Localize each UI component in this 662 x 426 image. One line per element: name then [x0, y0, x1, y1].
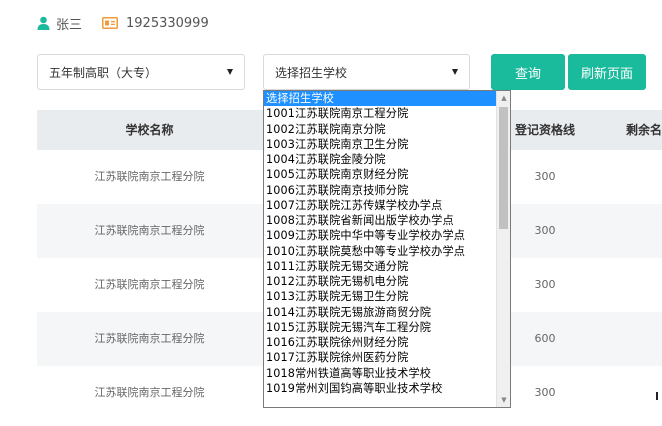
page-edge-mark: [656, 392, 658, 400]
column-header-school: 学校名称: [125, 123, 174, 137]
chevron-down-icon: [452, 69, 458, 75]
dropdown-option[interactable]: 1003江苏联院南京卫生分院: [264, 137, 497, 152]
row-line: 300: [534, 278, 556, 291]
user-name: 张三: [56, 17, 83, 33]
row-school: 江苏联院南京工程分院: [94, 332, 205, 345]
dropdown-option[interactable]: 1012江苏联院无锡机电分院: [264, 274, 497, 289]
dropdown-option[interactable]: 1019常州刘国钧高等职业技术学校: [264, 381, 497, 396]
dropdown-option[interactable]: 1005江苏联院南京财经分院: [264, 167, 497, 182]
chevron-down-icon: [227, 69, 233, 75]
dropdown-option[interactable]: 1011江苏联院无锡交通分院: [264, 259, 497, 274]
dropdown-option[interactable]: 1007江苏联院江苏传媒学校办学点: [264, 198, 497, 213]
dropdown-option[interactable]: 选择招生学校: [264, 91, 497, 107]
scrollbar-thumb[interactable]: [499, 107, 508, 229]
dropdown-option[interactable]: 1010江苏联院莫愁中等专业学校办学点: [264, 244, 497, 259]
column-header-line: 登记资格线: [514, 123, 575, 137]
dropdown-option[interactable]: 1013江苏联院无锡卫生分院: [264, 289, 497, 304]
scroll-up-arrow-icon[interactable]: ▲: [497, 91, 510, 105]
dropdown-option[interactable]: 1014江苏联院无锡旅游商贸分院: [264, 305, 497, 320]
dropdown-option[interactable]: 1008江苏联院省新闻出版学校办学点: [264, 213, 497, 228]
row-line: 300: [534, 224, 556, 237]
dropdown-option[interactable]: 1006江苏联院南京技师分院: [264, 183, 497, 198]
dropdown-option[interactable]: 1001江苏联院南京工程分院: [264, 106, 497, 121]
user-icon: [37, 16, 50, 30]
grade-select-value: 五年制高职（大专）: [49, 65, 158, 80]
row-line: 600: [534, 332, 556, 345]
dropdown-option[interactable]: 1002江苏联院南京分院: [264, 122, 497, 137]
dropdown-option[interactable]: 1018常州铁道高等职业技术学校: [264, 366, 497, 381]
row-school: 江苏联院南京工程分院: [94, 278, 205, 291]
row-school: 江苏联院南京工程分院: [94, 170, 205, 183]
refresh-page-button[interactable]: 刷新页面: [568, 54, 646, 90]
school-dropdown-list[interactable]: 选择招生学校 1001江苏联院南京工程分院 1002江苏联院南京分院 1003江…: [263, 90, 511, 408]
user-id-number: 1925330999: [126, 15, 209, 31]
dropdown-option[interactable]: 1017江苏联院徐州医药分院: [264, 350, 497, 365]
row-school: 江苏联院南京工程分院: [94, 224, 205, 237]
school-select-value: 选择招生学校: [275, 65, 348, 80]
row-school: 江苏联院南京工程分院: [94, 386, 205, 399]
dropdown-scrollbar[interactable]: ▲ ▼: [496, 91, 510, 407]
id-card-icon: [102, 17, 119, 29]
school-select[interactable]: 选择招生学校: [263, 54, 470, 90]
row-line: 300: [534, 386, 556, 399]
dropdown-option[interactable]: 1009江苏联院中华中等专业学校办学点: [264, 228, 497, 243]
user-info: 张三 1925330999: [37, 13, 209, 33]
column-header-remain: 剩余名: [626, 123, 662, 137]
grade-select[interactable]: 五年制高职（大专）: [37, 54, 245, 90]
row-line: 300: [534, 170, 556, 183]
dropdown-option[interactable]: 1015江苏联院无锡汽车工程分院: [264, 320, 497, 335]
dropdown-option[interactable]: 1004江苏联院金陵分院: [264, 152, 497, 167]
query-button[interactable]: 查询: [491, 54, 565, 90]
scroll-down-arrow-icon[interactable]: ▼: [497, 393, 510, 407]
dropdown-option[interactable]: 1016江苏联院徐州财经分院: [264, 335, 497, 350]
